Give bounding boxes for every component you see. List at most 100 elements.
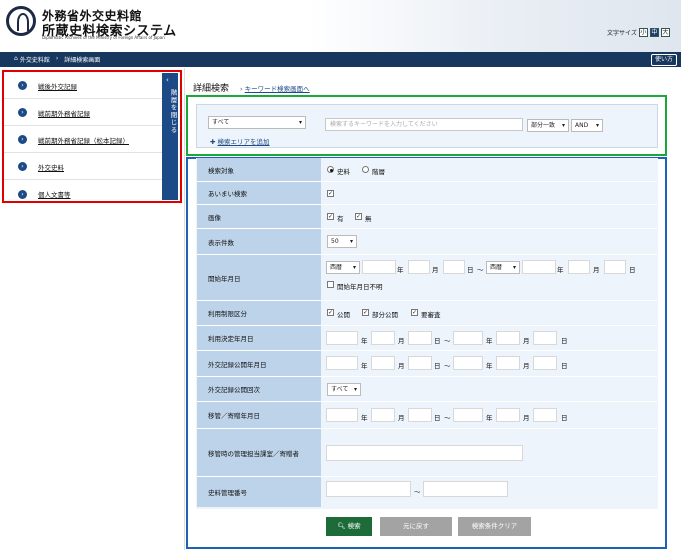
- decision-year-to-input[interactable]: [453, 331, 483, 345]
- label-archive-number: 史料管理番号: [197, 477, 321, 507]
- font-size-label: 文字サイズ: [607, 30, 637, 37]
- sidebar-item-diplomatic-materials[interactable]: › 外交史料: [4, 154, 162, 180]
- row-divider: [197, 350, 657, 351]
- unit-month: 月: [523, 337, 530, 345]
- disclosure-day-to-input[interactable]: [533, 356, 557, 370]
- target-hierarchy-radio[interactable]: [362, 166, 369, 173]
- sidebar-divider: [184, 68, 185, 550]
- image-no-checkbox[interactable]: ✓: [355, 213, 362, 220]
- label-fuzzy-search: あいまい検索: [197, 182, 321, 204]
- sidebar-item-label[interactable]: 外交史料: [38, 162, 64, 172]
- disclosure-month-to-input[interactable]: [496, 356, 520, 370]
- site-subtitle: Diplomatic Archives of the Ministry of F…: [42, 35, 165, 40]
- sidebar-item-prewar-records[interactable]: › 戦前期外務省記録: [4, 100, 162, 126]
- sidebar-item-label[interactable]: 戦前期外務省記録: [38, 108, 90, 118]
- clear-conditions-button[interactable]: 検索条件クリア: [458, 517, 531, 536]
- add-search-area-link[interactable]: ✚ 検索エリアを追加: [210, 136, 270, 146]
- logic-operator-select[interactable]: AND: [571, 119, 603, 132]
- fuzzy-search-checkbox[interactable]: ✓: [327, 190, 334, 197]
- sidebar-item-label[interactable]: 戦前期外務省記録（松本記録）: [38, 135, 129, 145]
- unit-month: 月: [398, 337, 405, 345]
- sidebar-item-matsumoto-records[interactable]: › 戦前期外務省記録（松本記録）: [4, 127, 162, 153]
- target-hierarchy-label: 階層: [372, 168, 385, 176]
- transfer-year-from-input[interactable]: [326, 408, 358, 422]
- decision-day-from-input[interactable]: [408, 331, 432, 345]
- match-type-select[interactable]: 部分一致: [527, 119, 569, 132]
- unit-day: 日: [434, 414, 441, 422]
- start-year-to-input[interactable]: [522, 260, 556, 274]
- home-icon[interactable]: ⌂: [14, 55, 18, 64]
- transfer-year-to-input[interactable]: [453, 408, 483, 422]
- disclosure-year-to-input[interactable]: [453, 356, 483, 370]
- archive-number-to-input[interactable]: [423, 481, 508, 497]
- unit-day: 日: [434, 337, 441, 345]
- disclosure-year-from-input[interactable]: [326, 356, 358, 370]
- breadcrumb-separator: ›: [55, 55, 59, 62]
- help-button[interactable]: 使い方: [650, 54, 677, 66]
- unit-day: 日: [629, 266, 636, 274]
- unit-month: 月: [523, 362, 530, 370]
- label-image: 画像: [197, 205, 321, 228]
- restriction-public-label: 公開: [337, 311, 350, 319]
- breadcrumb-current: 詳細検索画面: [64, 57, 101, 64]
- restriction-public-checkbox[interactable]: ✓: [327, 309, 334, 316]
- decision-day-to-input[interactable]: [533, 331, 557, 345]
- keyword-input[interactable]: 検索するキーワードを入力してください: [325, 118, 523, 131]
- start-year-from-input[interactable]: [362, 260, 396, 274]
- start-month-to-input[interactable]: [568, 260, 590, 274]
- start-date-unknown-checkbox[interactable]: [327, 281, 334, 288]
- undo-button[interactable]: 元に戻す: [380, 517, 452, 536]
- transfer-day-from-input[interactable]: [408, 408, 432, 422]
- keyword-scope-select[interactable]: すべて: [208, 116, 306, 129]
- font-size-medium-button[interactable]: 中: [649, 28, 659, 37]
- decision-month-from-input[interactable]: [371, 331, 395, 345]
- restriction-review-checkbox[interactable]: ✓: [411, 309, 418, 316]
- sidebar-item-personal-documents[interactable]: › 個人文書等: [4, 181, 162, 207]
- decision-month-to-input[interactable]: [496, 331, 520, 345]
- start-month-from-input[interactable]: [408, 260, 430, 274]
- label-transfer-department: 移管時の管理担当課室／寄贈者: [197, 429, 321, 476]
- start-era-from-select[interactable]: 西暦: [326, 261, 360, 274]
- transfer-department-input[interactable]: [326, 445, 523, 461]
- unit-year: 年: [361, 337, 368, 345]
- start-day-from-input[interactable]: [443, 260, 465, 274]
- site-logo[interactable]: [6, 6, 36, 36]
- disclosure-round-select[interactable]: すべて: [327, 383, 361, 396]
- label-display-count: 表示件数: [197, 229, 321, 254]
- font-size-switcher: 文字サイズ 小 中 大: [607, 28, 670, 37]
- unit-month: 月: [432, 266, 439, 274]
- display-count-select[interactable]: 50: [327, 235, 357, 248]
- sidebar-collapse-tab[interactable]: ‹ 階層を閉じる: [162, 73, 178, 200]
- target-records-radio[interactable]: [327, 166, 334, 173]
- image-yes-checkbox[interactable]: ✓: [327, 213, 334, 220]
- disclosure-month-from-input[interactable]: [371, 356, 395, 370]
- sidebar-collapse-label: 階層を閉じる: [169, 89, 177, 134]
- transfer-month-from-input[interactable]: [371, 408, 395, 422]
- row-divider: [197, 376, 657, 377]
- sidebar-item-label[interactable]: 戦後外交記録: [38, 81, 77, 91]
- disclosure-day-from-input[interactable]: [408, 356, 432, 370]
- sidebar-item-label[interactable]: 個人文書等: [38, 189, 71, 199]
- unit-year: 年: [486, 414, 493, 422]
- font-size-large-button[interactable]: 大: [660, 28, 670, 37]
- start-era-to-select[interactable]: 西暦: [486, 261, 520, 274]
- label-usage-restriction: 利用制限区分: [197, 301, 321, 325]
- decision-year-from-input[interactable]: [326, 331, 358, 345]
- search-button[interactable]: 🔍︎ 検索: [326, 517, 372, 536]
- row-divider: [197, 228, 657, 229]
- site-header: 外務省外交史料館 所蔵史料検索システム Diplomatic Archives …: [0, 0, 681, 52]
- row-divider: [197, 181, 657, 182]
- sidebar-item-postwar-records[interactable]: › 戦後外交記録: [4, 73, 162, 99]
- font-size-small-button[interactable]: 小: [638, 28, 648, 37]
- start-day-to-input[interactable]: [604, 260, 626, 274]
- restriction-partial-checkbox[interactable]: ✓: [362, 309, 369, 316]
- plus-icon: ✚: [210, 138, 216, 146]
- image-no-label: 無: [365, 215, 372, 223]
- breadcrumb-home[interactable]: 外交史料館: [20, 55, 50, 64]
- keyword-search-link[interactable]: › キーワード検索画面へ: [240, 83, 310, 93]
- transfer-month-to-input[interactable]: [496, 408, 520, 422]
- archive-number-from-input[interactable]: [326, 481, 411, 497]
- unit-month: 月: [398, 362, 405, 370]
- label-disclosure-round: 外交記録公開回次: [197, 377, 321, 401]
- transfer-day-to-input[interactable]: [533, 408, 557, 422]
